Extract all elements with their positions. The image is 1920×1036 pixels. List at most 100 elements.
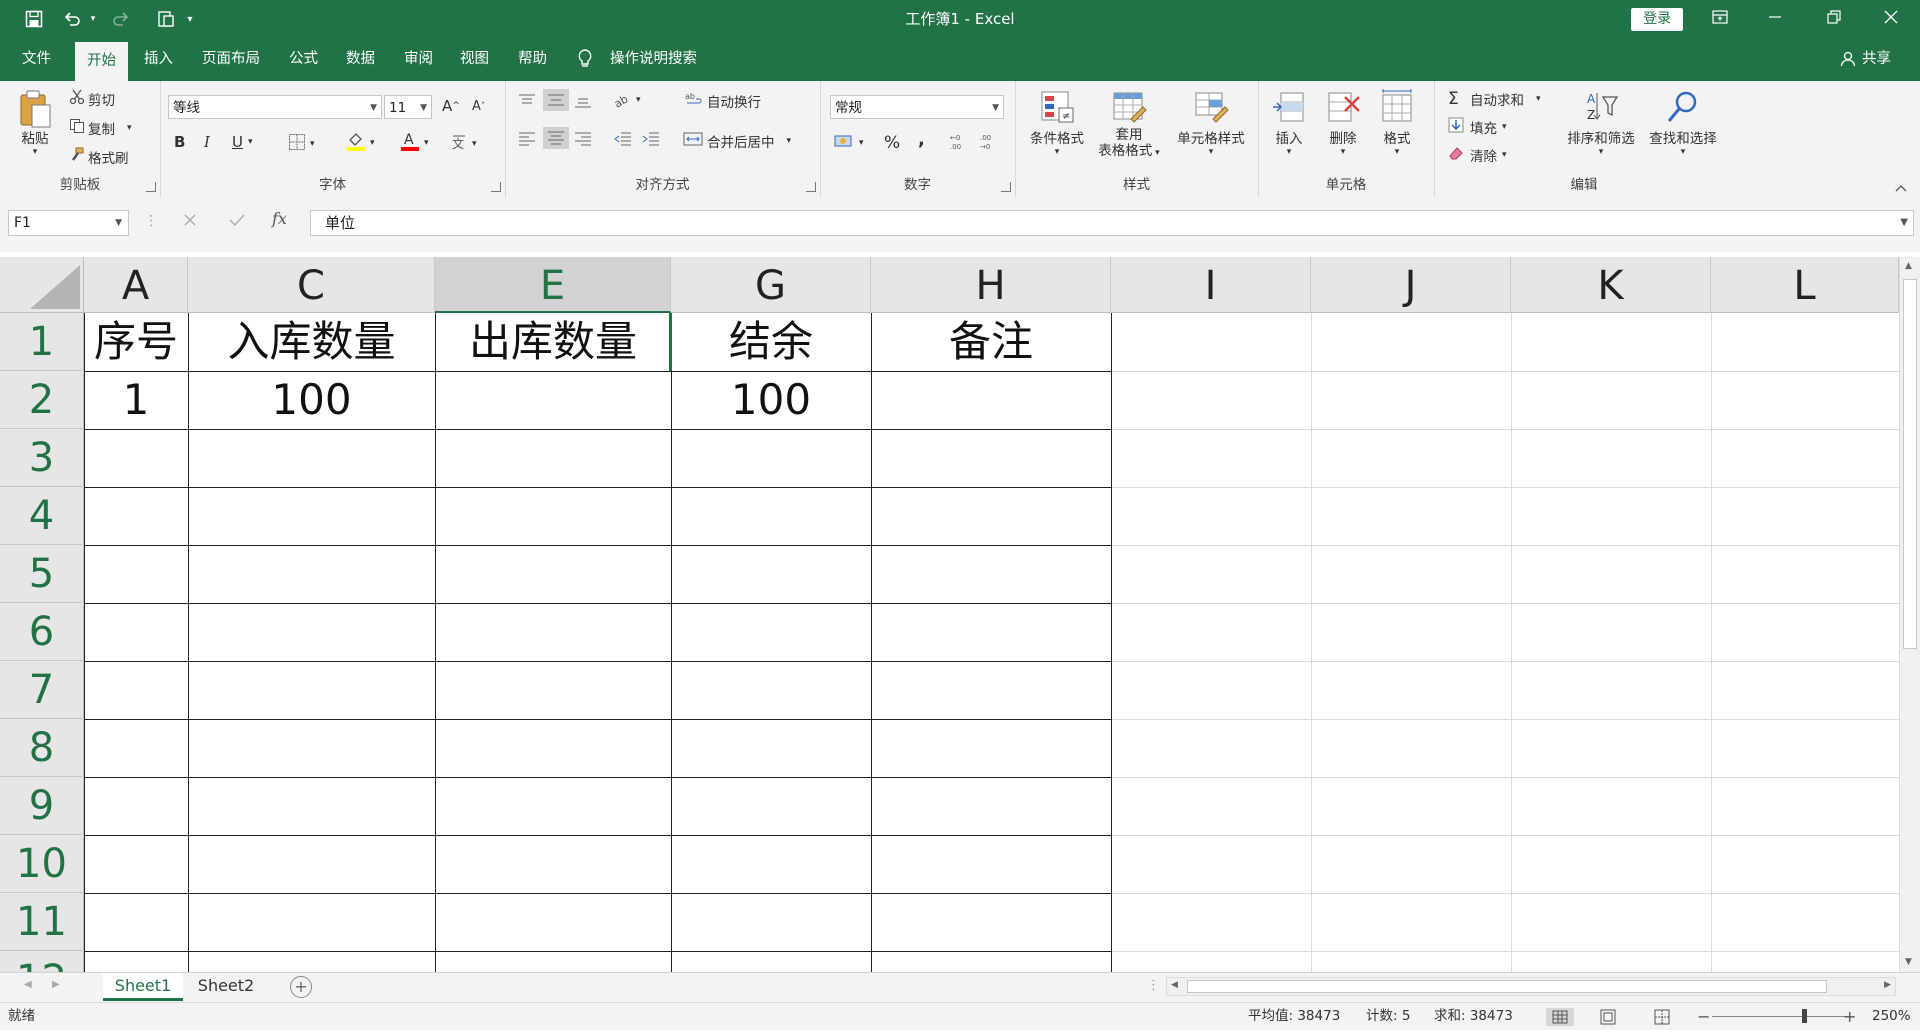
enter-check-icon[interactable] xyxy=(228,212,246,232)
autosum-button[interactable]: Σ 自动求和 ▾ xyxy=(1448,89,1541,109)
clipboard-launcher-icon[interactable] xyxy=(146,182,156,192)
row-header-9[interactable]: 9 xyxy=(0,777,84,835)
horizontal-scroll-thumb[interactable] xyxy=(1187,980,1827,993)
column-header-k[interactable]: K xyxy=(1511,257,1711,313)
zoom-slider-track[interactable] xyxy=(1712,1016,1847,1017)
shrink-font-button[interactable]: Aˇ xyxy=(472,99,485,114)
tab-file[interactable]: 文件 xyxy=(18,38,55,81)
row-header-6[interactable]: 6 xyxy=(0,603,84,661)
row-header-8[interactable]: 8 xyxy=(0,719,84,777)
tab-help[interactable]: 帮助 xyxy=(514,38,551,81)
row-header-7[interactable]: 7 xyxy=(0,661,84,719)
cell-c2[interactable]: 100 xyxy=(188,371,435,429)
decrease-decimal-icon[interactable]: .00 →0 xyxy=(980,131,1002,151)
comma-button[interactable]: , xyxy=(918,129,925,150)
tab-view[interactable]: 视图 xyxy=(456,38,493,81)
tab-insert[interactable]: 插入 xyxy=(140,38,177,81)
font-name-select[interactable]: 等线 ▼ xyxy=(168,95,382,119)
column-header-a[interactable]: A xyxy=(84,257,188,313)
prev-sheet-icon[interactable]: ◀ xyxy=(24,979,32,990)
insert-function-icon[interactable]: fx xyxy=(272,209,287,228)
cell-a2[interactable]: 1 xyxy=(84,371,188,429)
scroll-right-icon[interactable]: ▶ xyxy=(1884,980,1891,990)
row-header-10[interactable]: 10 xyxy=(0,835,84,893)
format-painter-button[interactable]: 格式刷 xyxy=(66,147,129,167)
sheet-tab-sheet2[interactable]: Sheet2 xyxy=(186,973,266,1001)
share-button[interactable]: 共享 xyxy=(1858,38,1895,81)
row-header-11[interactable]: 11 xyxy=(0,893,84,951)
sheet-tab-sheet1[interactable]: Sheet1 xyxy=(103,973,183,1001)
grow-font-button[interactable]: A ^ xyxy=(442,97,460,115)
align-center-icon[interactable] xyxy=(543,127,569,149)
zoom-out-icon[interactable]: − xyxy=(1697,1003,1710,1030)
underline-button[interactable]: U xyxy=(232,133,243,151)
row-header-12[interactable]: 12 xyxy=(0,951,84,972)
page-break-view-icon[interactable] xyxy=(1652,1008,1672,1035)
select-all-corner[interactable] xyxy=(0,257,84,313)
login-button[interactable]: 登录 xyxy=(1631,8,1683,31)
close-icon[interactable] xyxy=(1868,0,1914,38)
minimize-icon[interactable] xyxy=(1752,0,1798,38)
copy-button[interactable]: 复制 ▾ xyxy=(66,118,132,138)
format-as-table-button[interactable]: 套用 表格格式 ▾ xyxy=(1093,89,1165,161)
next-sheet-icon[interactable]: ▶ xyxy=(52,979,60,990)
increase-decimal-icon[interactable]: ←0.00 xyxy=(950,131,972,151)
more-options-icon[interactable]: ⋮ xyxy=(144,213,158,229)
phonetic-button[interactable]: 文 ▾ xyxy=(450,133,477,155)
merge-center-button[interactable]: 合并后居中 ▾ xyxy=(683,131,791,151)
column-header-g[interactable]: G xyxy=(671,257,871,313)
chevron-down-icon[interactable]: ▼ xyxy=(115,211,122,235)
font-launcher-icon[interactable] xyxy=(491,182,501,192)
vertical-scrollbar[interactable]: ▲ ▼ xyxy=(1899,257,1920,972)
scroll-down-icon[interactable]: ▼ xyxy=(1905,957,1912,967)
wrap-text-button[interactable]: ab 自动换行 xyxy=(685,91,761,111)
worksheet-grid[interactable]: A C E G H I J K L 1 2 3 4 5 6 7 8 9 10 1… xyxy=(0,252,1920,972)
tab-page-layout[interactable]: 页面布局 xyxy=(198,38,264,81)
formula-input[interactable]: 单位 ▼ xyxy=(310,210,1914,236)
touch-mode-icon[interactable] xyxy=(152,6,180,32)
borders-button[interactable]: ▾ xyxy=(288,133,315,155)
delete-cells-button[interactable]: 删除 ▾ xyxy=(1318,89,1368,157)
tab-review[interactable]: 审阅 xyxy=(400,38,437,81)
number-format-select[interactable]: 常规 ▼ xyxy=(830,95,1004,119)
cell-c1[interactable]: 入库数量 xyxy=(188,313,435,371)
zoom-level[interactable]: 250% xyxy=(1872,1003,1911,1030)
ribbon-display-icon[interactable] xyxy=(1697,0,1743,38)
undo-icon[interactable] xyxy=(58,6,86,32)
cut-button[interactable]: 剪切 xyxy=(66,89,115,109)
scroll-up-icon[interactable]: ▲ xyxy=(1905,261,1912,271)
tell-me-search[interactable]: 操作说明搜索 xyxy=(606,38,701,81)
horizontal-scrollbar[interactable]: ◀ ▶ xyxy=(1166,977,1896,996)
undo-dropdown-icon[interactable]: ▾ xyxy=(86,6,100,32)
person-icon[interactable] xyxy=(1840,51,1856,71)
cell-h1[interactable]: 备注 xyxy=(871,313,1111,371)
lightbulb-icon[interactable] xyxy=(577,49,593,73)
row-header-3[interactable]: 3 xyxy=(0,429,84,487)
align-right-icon[interactable] xyxy=(573,131,593,147)
column-header-l[interactable]: L xyxy=(1711,257,1899,313)
new-sheet-button[interactable]: + xyxy=(290,976,312,998)
cell-e1[interactable]: 出库数量 xyxy=(435,313,671,371)
increase-indent-icon[interactable] xyxy=(641,131,661,147)
status-sum[interactable]: 求和: 38473 xyxy=(1434,1003,1513,1030)
format-cells-button[interactable]: 格式 ▾ xyxy=(1372,89,1422,157)
column-header-c[interactable]: C xyxy=(188,257,435,313)
decrease-indent-icon[interactable] xyxy=(613,131,633,147)
expand-formula-icon[interactable]: ▼ xyxy=(1900,211,1908,235)
find-select-button[interactable]: 查找和选择 ▾ xyxy=(1642,89,1724,157)
page-layout-view-icon[interactable] xyxy=(1598,1008,1618,1035)
copy-dropdown-icon[interactable]: ▾ xyxy=(127,123,132,133)
row-header-4[interactable]: 4 xyxy=(0,487,84,545)
font-size-select[interactable]: 11 ▼ xyxy=(384,95,432,119)
fill-color-button[interactable]: ▾ xyxy=(346,131,375,155)
fill-button[interactable]: 填充 ▾ xyxy=(1448,117,1507,137)
tab-split-handle[interactable]: ⋮ xyxy=(1147,978,1160,993)
tab-formulas[interactable]: 公式 xyxy=(285,38,322,81)
zoom-slider-thumb[interactable] xyxy=(1802,1009,1807,1023)
status-count[interactable]: 计数: 5 xyxy=(1366,1003,1410,1030)
redo-icon[interactable] xyxy=(107,6,135,32)
underline-dropdown-icon[interactable]: ▾ xyxy=(248,137,253,147)
row-header-2[interactable]: 2 xyxy=(0,371,84,429)
cell-g1[interactable]: 结余 xyxy=(671,313,871,371)
accounting-format-button[interactable]: ▾ xyxy=(834,133,864,153)
